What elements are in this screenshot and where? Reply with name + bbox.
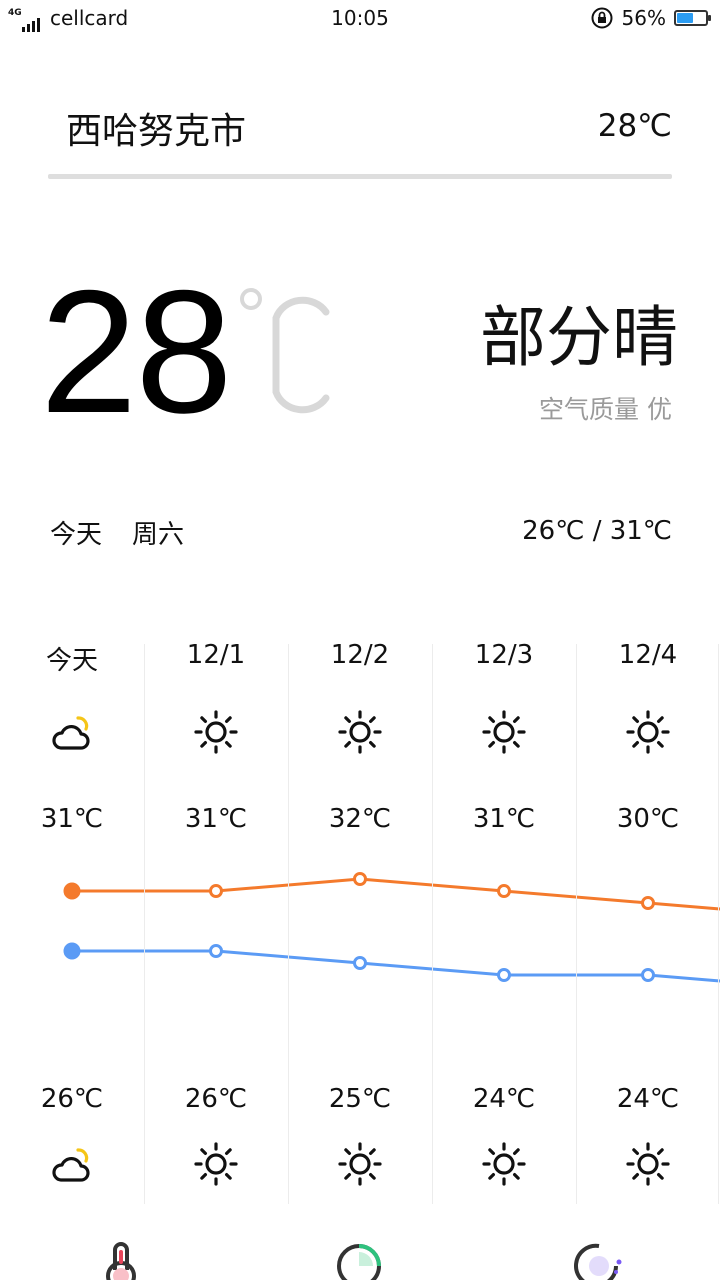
bottom-bar [0, 1228, 720, 1280]
current-temp: 28 [40, 255, 233, 450]
column-divider [576, 644, 577, 1204]
city-name[interactable]: 西哈努克市 [66, 102, 246, 154]
weather-screen: 4G cellcard 10:05 56% 西哈努克市 28℃ 28 部分晴 空… [0, 0, 720, 1280]
today-range: 26℃ / 31℃ [522, 516, 672, 546]
forecast-low: 25℃ [328, 1084, 392, 1114]
column-divider [288, 644, 289, 1204]
low-temp-point [63, 942, 81, 960]
status-right: 56% [590, 6, 711, 30]
partly-cloudy-icon [52, 716, 90, 750]
thermometer-icon[interactable] [96, 1236, 146, 1280]
column-divider [144, 644, 145, 1204]
weekday-label: 周六 [132, 520, 185, 550]
forecast-panel[interactable]: 今天 31℃ 26℃ 12/1 31℃ 26℃ 12/2 32℃ 25℃ 12/3 31℃ 24℃ 12… [0, 630, 720, 1210]
forecast-high: 31℃ [40, 804, 104, 834]
sun-icon [626, 1142, 670, 1186]
today-row: 今天 周六 [50, 514, 184, 551]
battery-icon [674, 10, 711, 26]
rotation-lock-icon [591, 7, 613, 29]
current-condition: 部分晴 [480, 299, 678, 376]
degree-symbol [240, 288, 262, 310]
orb-icon[interactable] [574, 1236, 624, 1280]
forecast-day-label: 12/1 [186, 640, 246, 670]
low-temp-point [497, 968, 511, 982]
high-temp-line [72, 877, 720, 911]
forecast-day-label: 12/2 [330, 640, 390, 670]
sun-icon [194, 1142, 238, 1186]
high-temp-point [641, 896, 655, 910]
forecast-low: 24℃ [616, 1084, 680, 1114]
progress-ring-icon[interactable] [334, 1236, 384, 1280]
column-divider [432, 644, 433, 1204]
sun-icon [194, 710, 238, 754]
column-divider [718, 644, 719, 1204]
status-bar: 4G cellcard 10:05 56% [0, 0, 720, 38]
partly-cloudy-icon [52, 1148, 90, 1182]
sun-icon [338, 1142, 382, 1186]
sun-icon [338, 710, 382, 754]
air-quality[interactable]: 空气质量 优 [539, 390, 672, 426]
forecast-low: 26℃ [40, 1084, 104, 1114]
sun-icon [482, 1142, 526, 1186]
low-temp-point [641, 968, 655, 982]
forecast-high: 32℃ [328, 804, 392, 834]
high-temp-point [63, 882, 81, 900]
high-temp-point [209, 884, 223, 898]
low-temp-line [72, 949, 720, 983]
header-divider [48, 174, 672, 179]
forecast-high: 31℃ [472, 804, 536, 834]
battery-percent: 56% [621, 6, 666, 30]
sun-icon [626, 710, 670, 754]
high-temp-point [353, 872, 367, 886]
forecast-high: 30℃ [616, 804, 680, 834]
forecast-day-label: 12/3 [474, 640, 534, 670]
today-label: 今天 [50, 520, 103, 550]
high-temp-point [497, 884, 511, 898]
celsius-c-glyph [272, 296, 330, 414]
forecast-low: 26℃ [184, 1084, 248, 1114]
forecast-low: 24℃ [472, 1084, 536, 1114]
sun-icon [482, 710, 526, 754]
low-temp-point [353, 956, 367, 970]
forecast-day-label: 今天 [45, 646, 98, 676]
forecast-day-label: 12/4 [618, 640, 678, 670]
low-temp-point [209, 944, 223, 958]
header-temp: 28℃ [597, 108, 672, 144]
forecast-high: 31℃ [184, 804, 248, 834]
